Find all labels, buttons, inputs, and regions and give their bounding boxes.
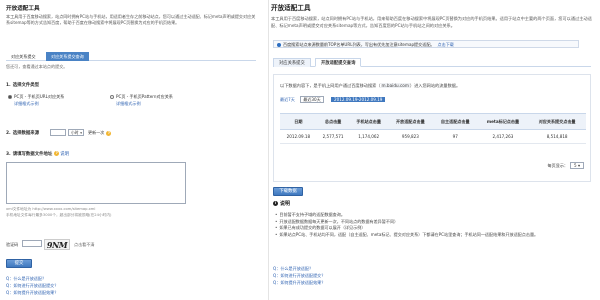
cell-mobile-clicks: 1,174,062 bbox=[349, 129, 388, 144]
tab-tip: 您还可，查看通过本站点的提交。 bbox=[6, 64, 68, 69]
notes-list: 目前暂不支持子域的适配数据查询。 开放适配数据数据每天更新一次，不同站点的数据有… bbox=[275, 212, 597, 238]
option-url-mapping[interactable]: PC页 - 手机页URL对应关系 详细格式示例 bbox=[8, 94, 64, 107]
captcha-image[interactable]: 9NM bbox=[44, 239, 70, 250]
tab-bar: 对应关系提交 对应关系提交查询 bbox=[6, 52, 256, 61]
tab-submit-mapping[interactable]: 对应关系提交 bbox=[6, 52, 41, 61]
chevron-down-icon: ▾ bbox=[80, 131, 82, 135]
help-icon[interactable]: ? bbox=[54, 151, 60, 156]
left-panel: 开放适配工具 本工具用于百度移动搜索，站点同时拥有PC站与手机站，用适用者生存之… bbox=[0, 0, 262, 300]
page-size-select[interactable]: 5 ▾ bbox=[570, 162, 584, 169]
qa-link-improve[interactable]: Q：如何提升开放适配效果？ bbox=[6, 290, 58, 296]
textarea-hint-2: 手机地址文件每行最多3000个，超出部分将被忽略(在24小时内) bbox=[6, 213, 112, 217]
table-header-row: 日期 总点击量 手机站点击量 开放适配点击量 自主适配点击量 meta标记点击量… bbox=[280, 113, 586, 130]
notes-heading: i 说明 bbox=[273, 201, 291, 207]
info-icon bbox=[277, 43, 281, 47]
section-file-address: 3. 请填写数据文件地址? 说明 bbox=[6, 151, 70, 157]
tool-description: 本工具用于百度移动搜索，站点同时拥有PC站与手机站，用适用者生存之前移动站点，您… bbox=[6, 14, 256, 26]
tab-bar: 对应关系提交 开放适配提交查询 bbox=[273, 58, 591, 67]
date-range-picker[interactable]: 2012.09.19-2012.09.19 bbox=[331, 97, 386, 102]
download-list-link[interactable]: 点击下载 bbox=[438, 42, 454, 47]
tool-description: 本工具用于百度移动搜索，站点同时拥有PC站与手机站，用来帮助百度在移动搜索中将展… bbox=[271, 16, 592, 28]
cell-open-adapt-clicks: 959,823 bbox=[387, 129, 433, 144]
col-meta-clicks: meta标记点击量 bbox=[477, 113, 529, 130]
pattern-mapping-example-link[interactable]: 详细格式示例 bbox=[116, 101, 173, 107]
table-row: 2012.09.18 2,577,571 1,174,062 959,823 9… bbox=[280, 129, 586, 144]
col-auto-adapt-clicks: 自主适配点击量 bbox=[432, 113, 478, 130]
url-mapping-example-link[interactable]: 详细格式示例 bbox=[14, 101, 64, 107]
captcha-refresh-link[interactable]: 点击看不清 bbox=[74, 242, 94, 248]
tab-adaptation-query[interactable]: 开放适配提交查询 bbox=[315, 58, 362, 67]
col-open-adapt-clicks: 开放适配点击量 bbox=[387, 113, 433, 130]
notice-bar: 百度搜索站点来源数量前TOP名单URL列表，写出有优先加注意sitemap提交适… bbox=[273, 40, 579, 48]
qa-link-what[interactable]: Q：什么是开放适配？ bbox=[6, 276, 46, 282]
download-data-button[interactable]: 下载数据 bbox=[273, 187, 303, 196]
cell-auto-adapt-clicks: 97 bbox=[432, 129, 478, 144]
textarea-hint-1: xml文件地址为 http://www.xxxx.com/sitemap.xml bbox=[6, 207, 96, 211]
submit-button[interactable]: 提交 bbox=[6, 259, 32, 268]
col-mapping-clicks: 对应关系提交点击量 bbox=[528, 113, 586, 130]
qa-link-what[interactable]: Q：什么是开放适配？ bbox=[273, 266, 313, 272]
list-item: 如果已有成功提交的数据可以展开（详见示例） bbox=[275, 225, 597, 232]
help-icon[interactable]: ? bbox=[106, 130, 112, 136]
interval-input[interactable] bbox=[50, 129, 66, 136]
tab-submit-mapping[interactable]: 对应关系提交 bbox=[273, 58, 311, 67]
interval-unit-select[interactable]: 小时 ▾ bbox=[68, 129, 84, 136]
tab-submit-query[interactable]: 对应关系提交查询 bbox=[46, 52, 89, 61]
page-title: 开放适配工具 bbox=[271, 4, 311, 12]
captcha-input[interactable] bbox=[22, 240, 42, 247]
option-pattern-mapping[interactable]: PC页 - 手机页Pattern对应关系 详细格式示例 bbox=[110, 94, 173, 107]
qa-link-improve[interactable]: Q：如何提升开放适配效果？ bbox=[273, 280, 325, 286]
col-mobile-clicks: 手机站点击量 bbox=[349, 113, 388, 130]
qa-link-how-submit[interactable]: Q：如何进行开放适配提交？ bbox=[6, 283, 58, 289]
cell-mapping-clicks: 8,514,818 bbox=[528, 129, 586, 144]
section-data-source: 2. 选择数据来源 bbox=[6, 131, 40, 136]
col-total-clicks: 总点击量 bbox=[316, 113, 350, 130]
file-address-textarea[interactable] bbox=[6, 162, 186, 204]
panel-description: 以下数据内容下，是手机上网用户通过百度移动搜索（m.baidu.com）进入您网… bbox=[280, 83, 461, 88]
query-panel: 以下数据内容下，是手机上网用户通过百度移动搜索（m.baidu.com）进入您网… bbox=[273, 74, 591, 182]
cell-meta-clicks: 2,417,263 bbox=[477, 129, 529, 144]
stats-table: 日期 总点击量 手机站点击量 开放适配点击量 自主适配点击量 meta标记点击量… bbox=[280, 113, 586, 144]
cell-date: 2012.09.18 bbox=[280, 129, 317, 144]
qa-link-how-submit[interactable]: Q：如何进行开放适配提交？ bbox=[273, 273, 325, 279]
list-item: 如果站点PC站、手机站均不同，适配（自主适配、meta标记、提交对应关系）下都请… bbox=[275, 232, 597, 239]
file-address-help-link[interactable]: 说明 bbox=[60, 152, 69, 157]
date-filter: 最近7天 最近30天 2012.09.19-2012.09.19 bbox=[280, 96, 386, 103]
filter-7-days[interactable]: 最近7天 bbox=[280, 97, 295, 102]
section-file-type: 1. 选择文件类型 bbox=[6, 83, 40, 88]
page-title: 开放适配工具 bbox=[6, 6, 40, 12]
captcha-label: 验证码 bbox=[6, 242, 19, 247]
cell-total-clicks: 2,577,571 bbox=[316, 129, 350, 144]
radio-pattern-mapping[interactable] bbox=[110, 95, 114, 99]
info-icon: i bbox=[273, 201, 278, 206]
page-size-control: 每页显示： 5 ▾ bbox=[548, 162, 584, 169]
col-date: 日期 bbox=[280, 113, 317, 130]
filter-30-days[interactable]: 最近30天 bbox=[300, 96, 324, 103]
chevron-down-icon: ▾ bbox=[577, 163, 580, 168]
radio-url-mapping[interactable] bbox=[8, 95, 12, 99]
right-panel: 开放适配工具 本工具用于百度移动搜索，站点同时拥有PC站与手机站，用来帮助百度在… bbox=[268, 0, 600, 300]
list-item: 目前暂不支持子域的适配数据查询。 bbox=[275, 212, 597, 219]
interval-label: 更新一次? bbox=[88, 130, 112, 136]
